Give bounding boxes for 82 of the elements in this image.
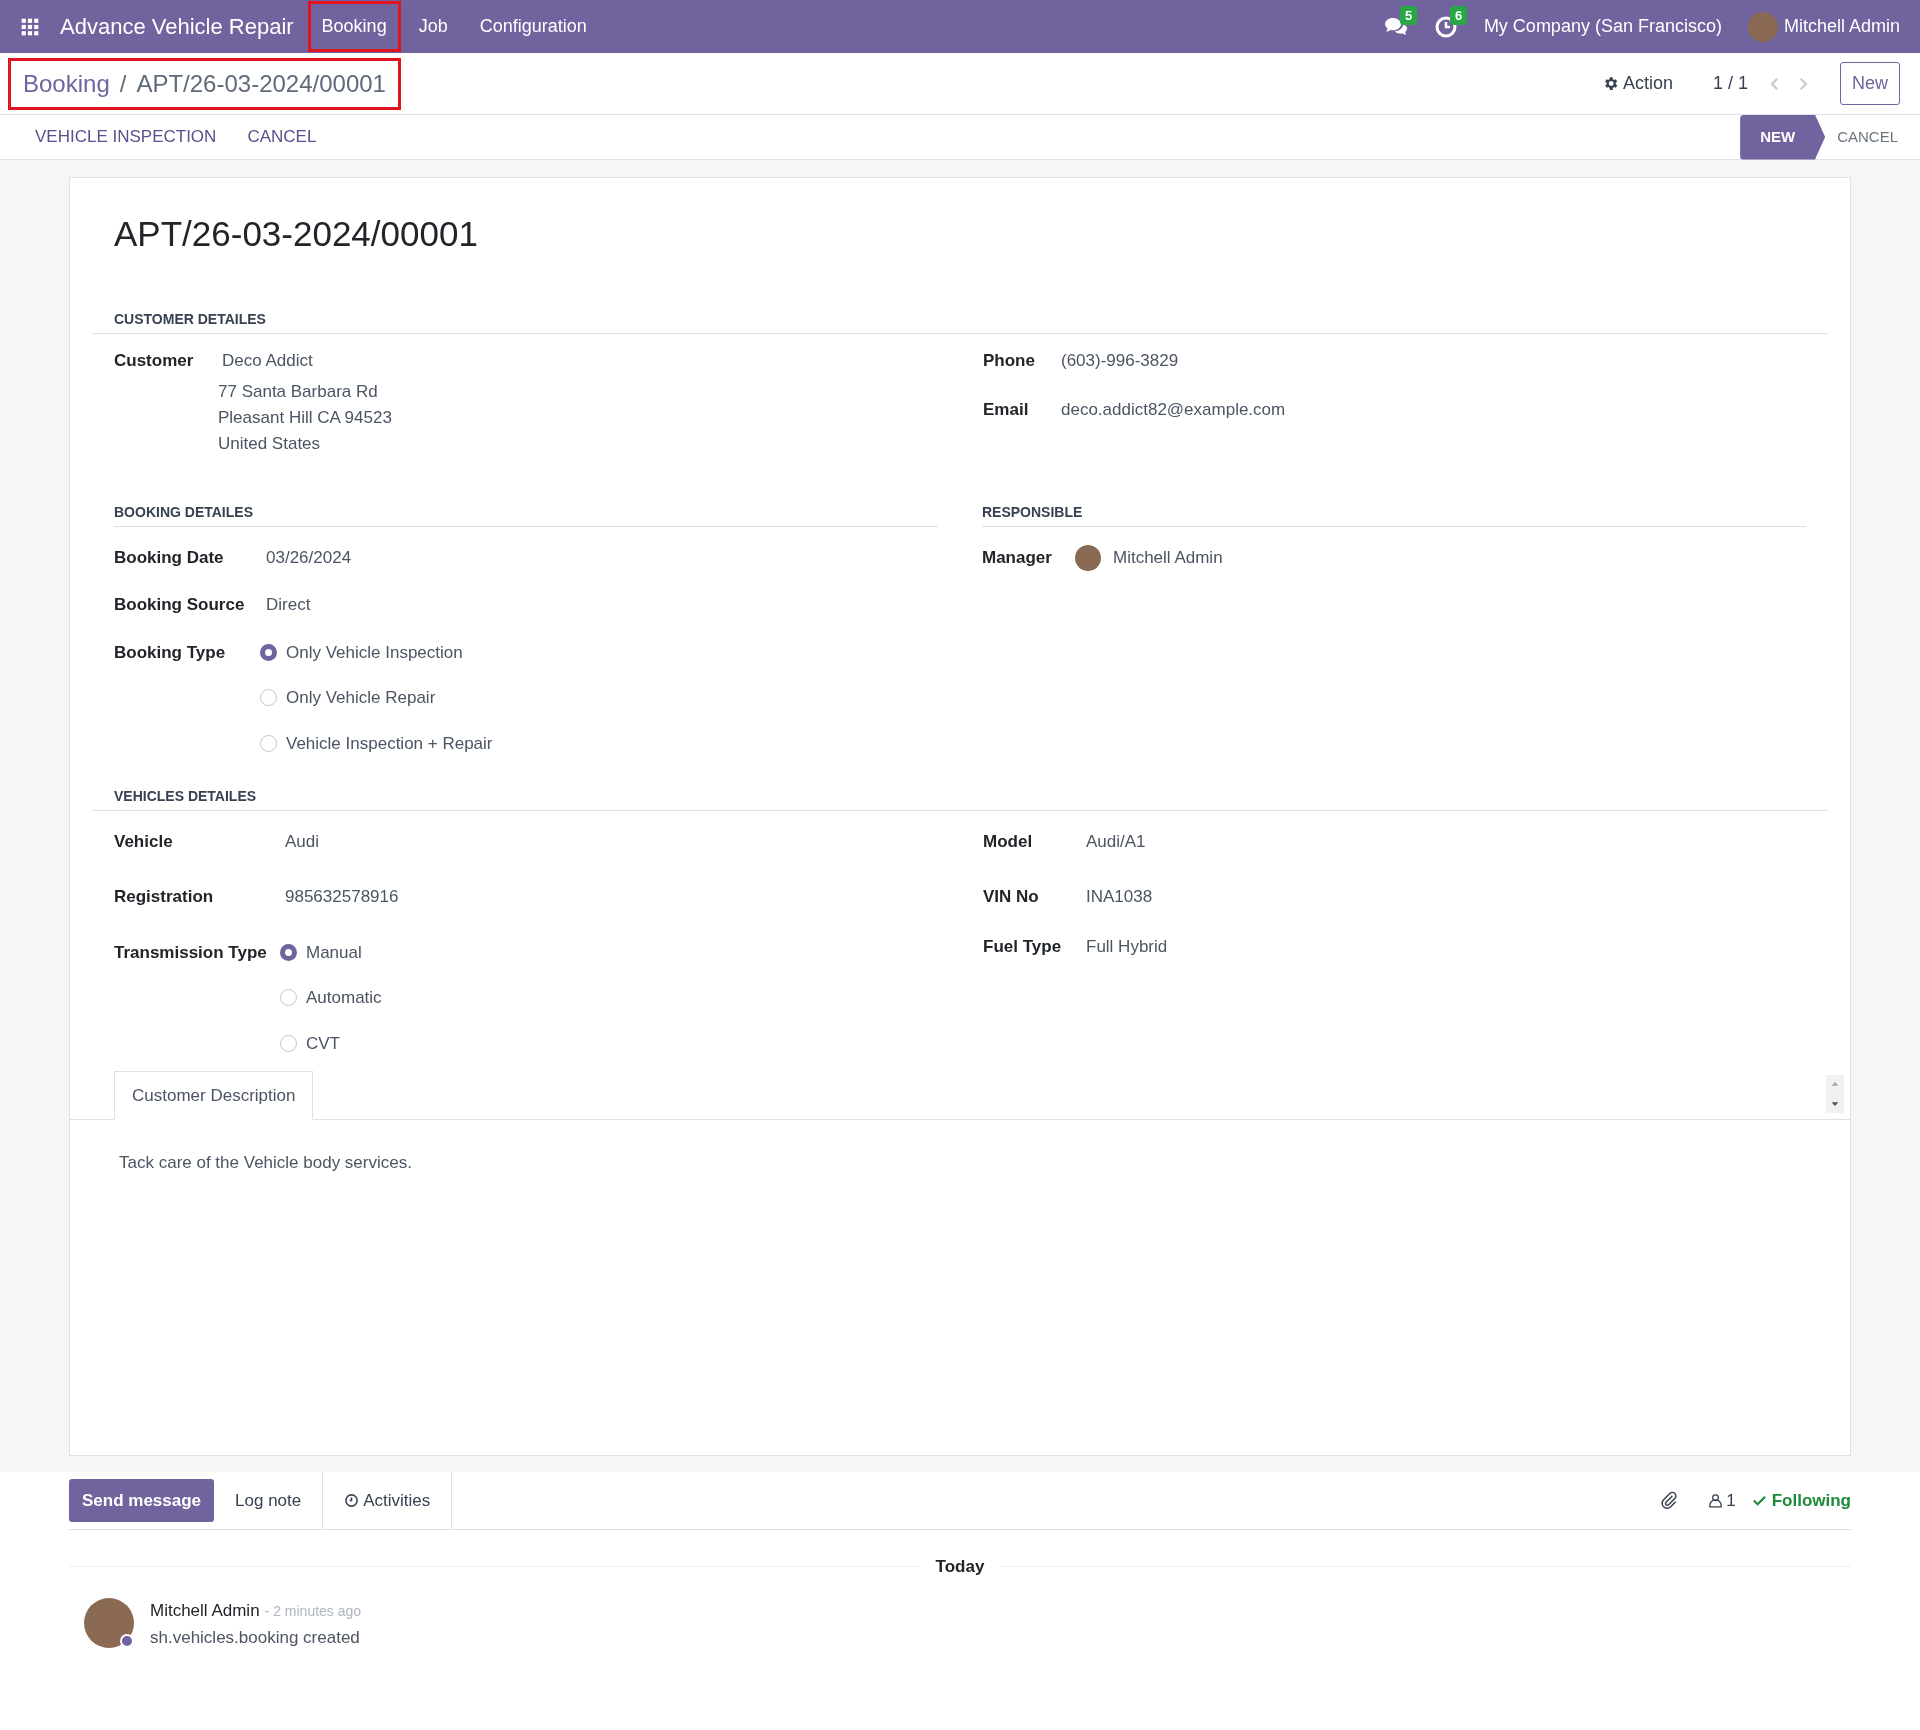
person-icon [1707, 1492, 1725, 1509]
radio-label: Vehicle Inspection + Repair [286, 732, 493, 755]
followers-button[interactable]: 1 [1707, 1487, 1736, 1514]
menu-item[interactable]: Configuration [465, 1, 601, 52]
manager-avatar [1075, 544, 1101, 571]
radio-button[interactable] [280, 1034, 297, 1052]
address-line: 77 Santa Barbara Rd [218, 381, 379, 403]
date-separator: Today [934, 1556, 986, 1578]
section-heading: VEHICLES DETAILES [114, 787, 257, 804]
message-time: - 2 minutes ago [264, 1601, 362, 1621]
field-label: Transmission Type [114, 941, 268, 964]
notebook-tab[interactable]: Customer Description [114, 1070, 314, 1120]
app-name[interactable]: Advance Vehicle Repair [60, 10, 294, 43]
message-author: Mitchell Admin [150, 1599, 260, 1622]
header-button[interactable]: CANCEL [247, 124, 317, 150]
field-value: deco.addict82@example.com [1061, 399, 1286, 421]
field-label: Vehicle [114, 830, 174, 853]
section-heading: RESPONSIBLE [982, 503, 1083, 520]
field-value: Direct [266, 594, 311, 616]
field-label: Email [983, 399, 1030, 421]
radio-button[interactable] [260, 734, 277, 752]
user-menu[interactable]: Mitchell Admin [1783, 13, 1900, 40]
send-message-button[interactable]: Send message [69, 1478, 215, 1523]
following-button[interactable]: Following [1751, 1487, 1851, 1514]
check-icon [1751, 1493, 1767, 1508]
clock-icon [344, 1493, 360, 1508]
field-value: 03/26/2024 [266, 546, 352, 569]
field-value: (603)-996-3829 [1061, 349, 1179, 372]
field-value: Audi [285, 830, 320, 853]
count-badge: 6 [1449, 5, 1468, 25]
breadcrumb-current: APT/26-03-2024/00001 [136, 68, 386, 99]
radio-button[interactable] [260, 643, 277, 661]
breadcrumb-link[interactable]: Booking [23, 65, 110, 102]
field-value: Audi/A1 [1086, 830, 1146, 853]
log-note-button[interactable]: Log note [214, 1471, 324, 1530]
radio-label: Only Vehicle Inspection [286, 641, 463, 664]
scrollbar[interactable] [1826, 1074, 1844, 1113]
count-badge: 5 [1399, 5, 1418, 25]
field-label: Phone [983, 349, 1036, 372]
field-label: Registration [114, 886, 215, 908]
address-line: United States [218, 433, 322, 455]
radio-button[interactable] [280, 943, 297, 961]
activities-button[interactable]: Activities [323, 1471, 453, 1530]
field-label: VIN No [983, 886, 1040, 908]
menu-item[interactable]: Job [404, 1, 462, 52]
action-menu[interactable]: Action [1601, 70, 1673, 97]
radio-label: Only Vehicle Repair [286, 687, 436, 709]
apps-menu-icon[interactable] [20, 16, 40, 37]
field-value: 985632578916 [285, 886, 399, 908]
author-avatar [84, 1597, 134, 1648]
section-heading: CUSTOMER DETAILES [114, 310, 266, 327]
field-value: Full Hybrid [1086, 935, 1168, 958]
field-label: Fuel Type [983, 935, 1063, 958]
field-label: Booking Source [114, 594, 246, 616]
field-label: Manager [982, 546, 1053, 569]
breadcrumb-separator: / [119, 68, 127, 99]
field-label: Model [983, 830, 1034, 853]
paperclip-icon[interactable] [1659, 1490, 1680, 1511]
status-step[interactable]: NEW [1740, 114, 1826, 160]
radio-label: CVT [306, 1032, 340, 1055]
field-label: Booking Type [114, 641, 227, 664]
radio-button[interactable] [260, 689, 277, 707]
message-body: sh.vehicles.booking created [150, 1627, 361, 1649]
header-button[interactable]: VEHICLE INSPECTION [35, 124, 217, 150]
new-button[interactable]: New [1840, 62, 1900, 105]
user-avatar [1747, 11, 1778, 42]
address-line: Pleasant Hill CA 94523 [218, 407, 392, 429]
record-title: APT/26-03-2024/00001 [113, 213, 479, 255]
radio-label: Manual [306, 941, 362, 964]
section-heading: BOOKING DETAILES [114, 503, 253, 520]
field-label: Booking Date [114, 546, 225, 569]
radio-label: Automatic [306, 987, 382, 1009]
status-step[interactable]: CANCEL [1825, 114, 1920, 160]
menu-item[interactable]: Booking [307, 1, 401, 52]
company-switcher[interactable]: My Company (San Francisco) [1483, 13, 1722, 40]
field-label: Customer [114, 349, 195, 372]
customer-name[interactable]: Deco Addict [222, 347, 392, 373]
pager-value: 1 / 1 [1712, 72, 1748, 95]
field-value: Mitchell Admin [1113, 546, 1223, 569]
description-text: Tack care of the Vehicle body services. [118, 1152, 413, 1174]
radio-button[interactable] [280, 989, 297, 1007]
field-value: INA1038 [1086, 886, 1153, 908]
